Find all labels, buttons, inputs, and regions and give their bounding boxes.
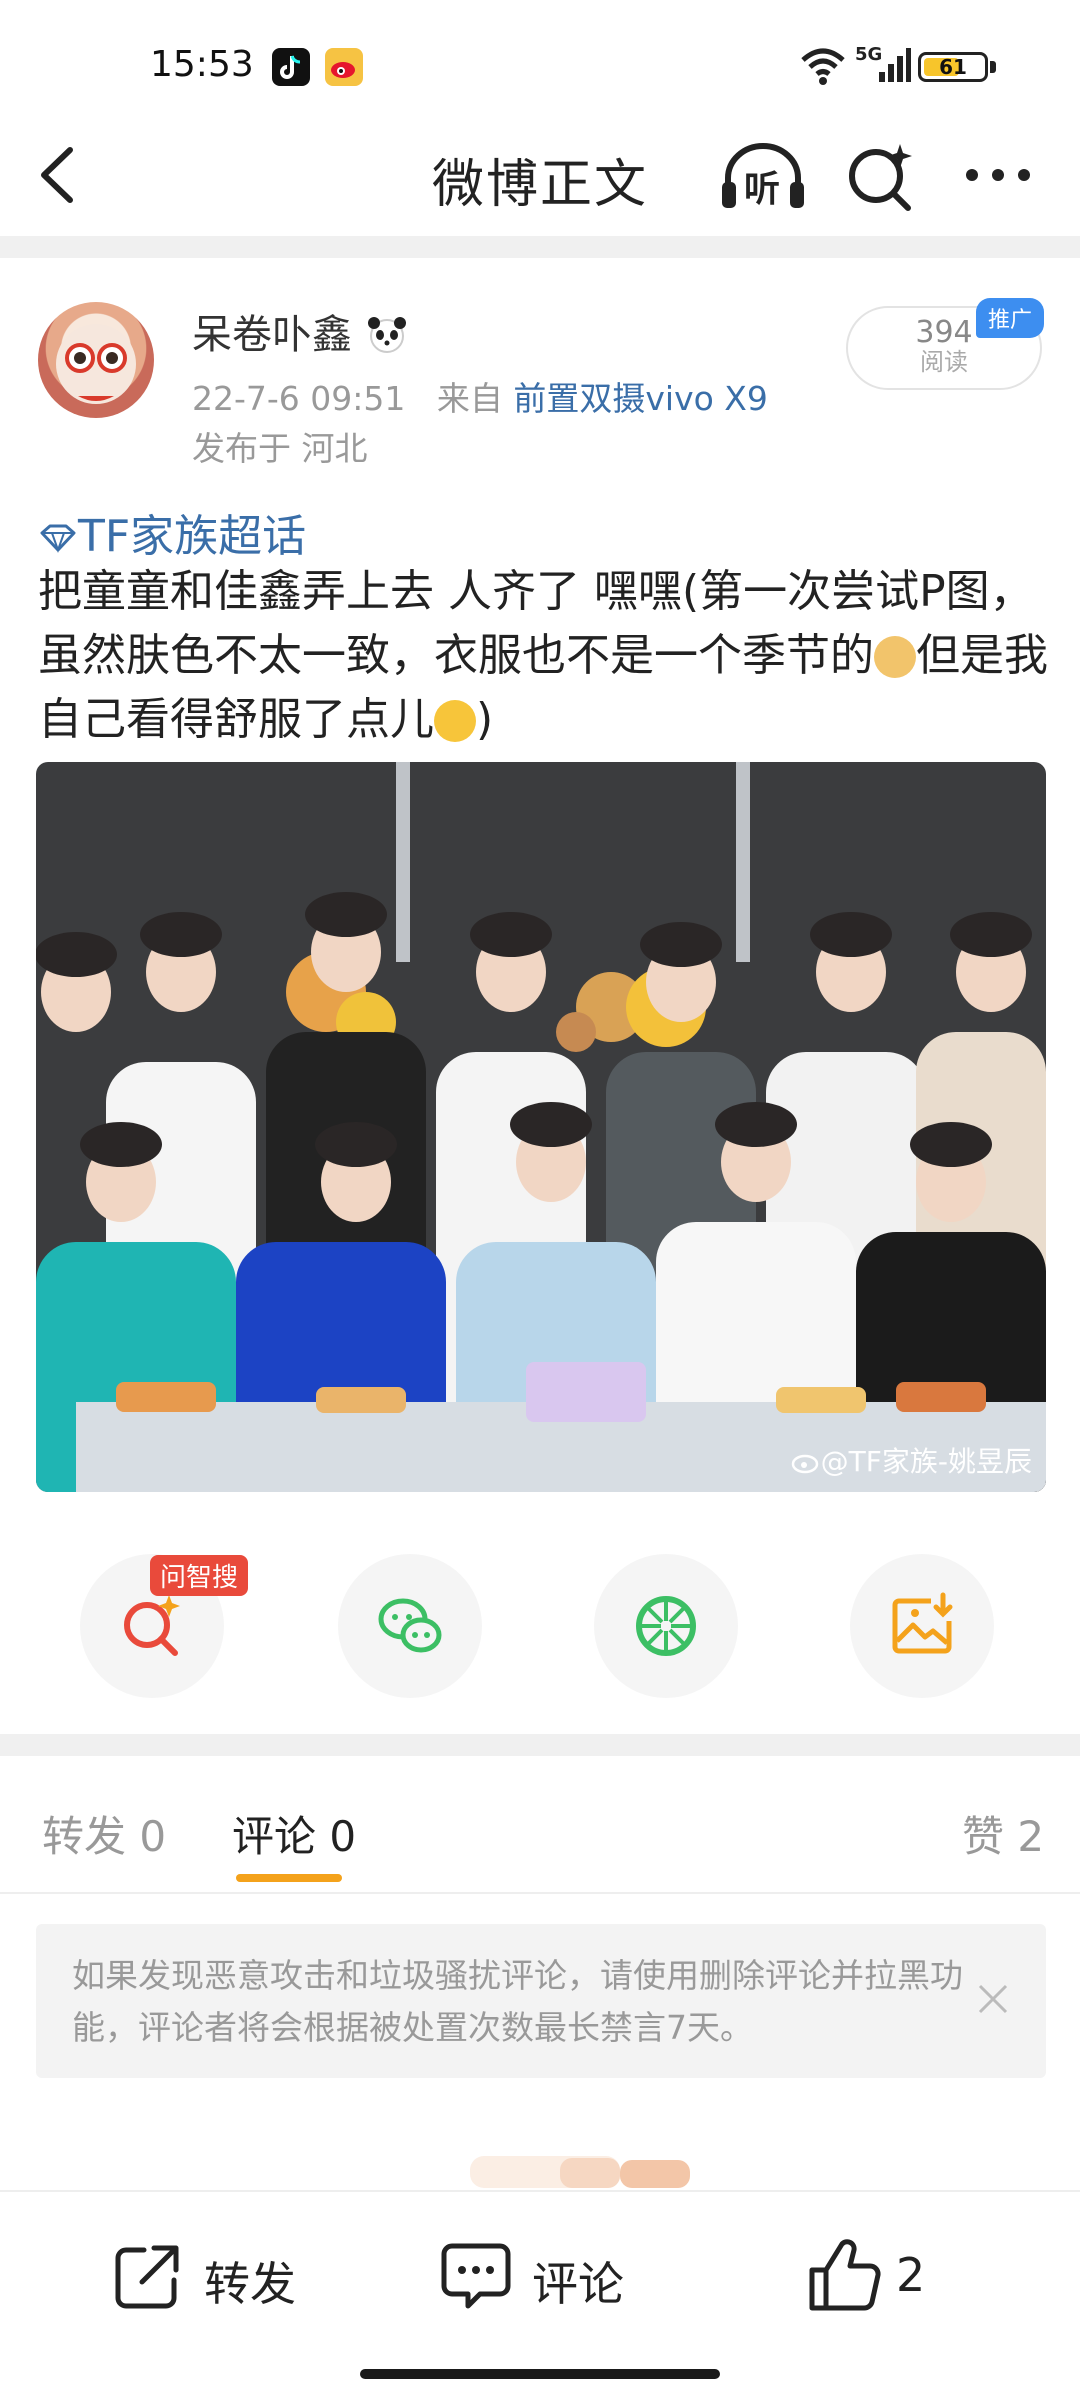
share-moments-button[interactable] — [594, 1554, 738, 1698]
thumbs-up-icon — [809, 2239, 881, 2311]
image-download-icon — [892, 1592, 953, 1654]
cat-avatar-image — [56, 324, 136, 404]
watermark-text: @TF家族-姚昱辰 — [820, 1445, 1032, 1478]
post-text: 把童童和佳鑫弄上去 人齐了 嘿嘿(第一次尝试P图，虽然肤色不太一致，衣服也不是一… — [38, 560, 1048, 752]
moments-aperture-icon — [636, 1596, 696, 1656]
close-icon — [978, 1984, 1008, 2014]
home-indicator[interactable] — [360, 2369, 720, 2379]
wifi-icon — [801, 48, 845, 85]
notice-text: 如果发现恶意攻击和垃圾骚扰评论，请使用删除评论并拉黑功能，评论者将会根据被处置次… — [72, 1956, 963, 2047]
more-dots-icon — [966, 169, 1030, 181]
photo-watermark: @TF家族-姚昱辰 — [791, 1440, 1032, 1480]
smart-search-icon — [124, 1595, 180, 1656]
smart-search-button[interactable] — [842, 138, 922, 212]
listen-button[interactable]: 听 — [718, 138, 808, 212]
wechat-icon — [378, 1598, 442, 1653]
comment-policy-notice: 如果发现恶意攻击和垃圾骚扰评论，请使用删除评论并拉黑功能，评论者将会根据被处置次… — [36, 1924, 1046, 2078]
section-divider — [0, 1734, 1080, 1756]
supertopic-link[interactable]: TF家族超话 — [38, 500, 306, 564]
share-arrow-icon — [115, 2245, 179, 2309]
post-source-link[interactable]: 前置双摄vivo X9 — [513, 379, 768, 418]
active-tab-indicator — [236, 1874, 342, 1882]
share-wechat-button[interactable] — [338, 1554, 482, 1698]
cellular-signal-icon: 5G — [855, 44, 911, 86]
avatar[interactable] — [38, 302, 154, 418]
section-divider — [0, 236, 1080, 258]
post-datetime: 22-7-6 09:51 — [192, 379, 406, 418]
panda-emoji-icon — [367, 317, 406, 353]
repost-label: 转发 — [204, 2257, 296, 2311]
tab-repost[interactable]: 转发 0 — [42, 1803, 166, 1864]
post-text-part3: ) — [476, 694, 494, 745]
post-photo[interactable]: @TF家族-姚昱辰 — [36, 762, 1046, 1492]
weibo-logo-icon — [791, 1454, 818, 1474]
promo-badge: 推广 — [976, 298, 1045, 338]
battery-tip — [990, 61, 996, 73]
smirk-emoji-icon — [434, 700, 476, 742]
repost-button[interactable]: 转发 — [108, 2236, 318, 2316]
post-location: 发布于 河北 — [192, 429, 368, 468]
diamond-icon — [40, 524, 76, 554]
weibo-notification-icon — [325, 48, 363, 86]
read-label: 阅读 — [920, 348, 968, 376]
status-time: 15:53 — [150, 44, 254, 85]
network-type: 5G — [855, 44, 883, 65]
like-count: 2 — [896, 2248, 926, 2302]
tabs-divider — [0, 1892, 1080, 1894]
save-image-button[interactable] — [850, 1554, 994, 1698]
comment-button[interactable]: 评论 — [436, 2236, 646, 2316]
tiktok-notification-icon — [272, 48, 310, 86]
author-name[interactable]: 呆卷卟鑫 — [192, 302, 409, 360]
comment-label: 评论 — [532, 2257, 624, 2311]
battery-percent: 61 — [939, 55, 967, 79]
tab-comments[interactable]: 评论 0 — [232, 1803, 356, 1864]
comment-bubble-icon — [441, 2243, 511, 2309]
tab-likes[interactable]: 赞 2 — [962, 1803, 1044, 1864]
search-sparkle-icon — [849, 144, 912, 211]
more-options-button[interactable] — [958, 150, 1038, 200]
author-name-text: 呆卷卟鑫 — [192, 312, 352, 358]
empty-state-illustration — [470, 2148, 700, 2188]
post-meta: 22-7-6 09:51 来自 前置双摄vivo X9 — [192, 372, 768, 420]
doge-emoji-icon — [874, 636, 916, 678]
like-button[interactable]: 2 — [804, 2236, 954, 2316]
source-prefix: 来自 — [436, 379, 503, 418]
listen-label: 听 — [744, 169, 781, 210]
notice-close-button[interactable] — [976, 1982, 1010, 2016]
supertopic-label: TF家族超话 — [78, 511, 307, 562]
battery-indicator: 61 — [918, 52, 988, 82]
ask-badge: 问智搜 — [150, 1555, 249, 1596]
